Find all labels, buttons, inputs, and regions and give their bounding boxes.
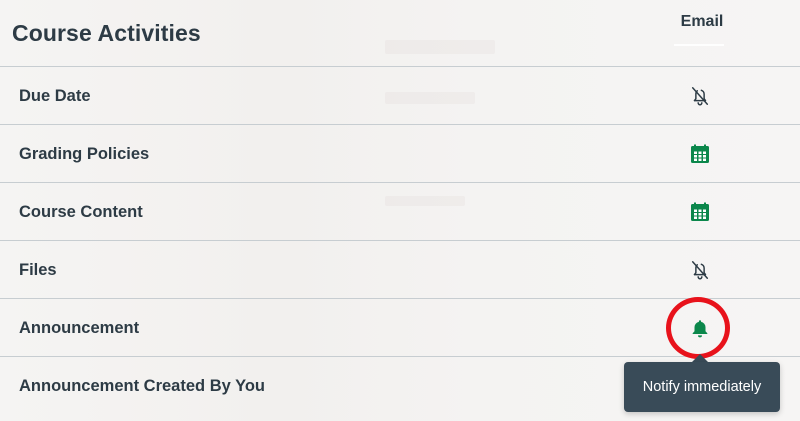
calendar-icon[interactable]: [688, 142, 712, 166]
row-label: Announcement Created By You: [19, 377, 266, 395]
row-label: Grading Policies: [19, 145, 150, 163]
bell-icon[interactable]: [688, 316, 712, 340]
section-title: Course Activities: [12, 20, 201, 46]
bell-off-icon[interactable]: [688, 84, 712, 108]
row-label: Course Content: [19, 203, 143, 221]
bell-off-icon[interactable]: [688, 258, 712, 282]
row-label: Announcement: [19, 319, 140, 337]
table-row: Files: [0, 240, 800, 298]
row-label: Due Date: [19, 87, 91, 105]
notification-preferences-page: Course Activities Email Due Date Grading…: [0, 0, 800, 421]
table-row: Announcement: [0, 298, 800, 356]
table-row: Grading Policies: [0, 124, 800, 182]
calendar-icon[interactable]: [688, 200, 712, 224]
table-row: Course Content: [0, 182, 800, 240]
notification-tooltip: Notify immediately: [624, 362, 780, 412]
table-header: Course Activities Email: [0, 0, 800, 66]
column-header-underline: [674, 44, 724, 46]
column-header-email: Email: [680, 13, 724, 30]
tooltip-arrow: [692, 354, 708, 362]
table-row: Due Date: [0, 66, 800, 124]
row-label: Files: [19, 261, 57, 279]
